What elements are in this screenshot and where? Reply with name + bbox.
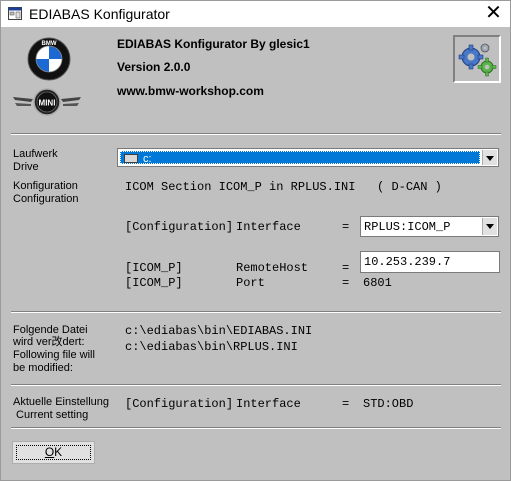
port-key: Port: [236, 276, 265, 290]
current-setting-equals: =: [342, 397, 350, 411]
version-text: Version 2.0.0: [117, 60, 191, 74]
configuration-summary: ICOM Section ICOM_P in RPLUS.INI ( D-CAN…: [125, 180, 442, 194]
separator-bottom: [11, 384, 501, 386]
configuration-label-en: Configuration: [13, 193, 79, 205]
drive-label-de: Laufwerk: [13, 148, 58, 160]
separator-middle: [11, 311, 501, 313]
drive-value: c:: [143, 153, 152, 165]
app-icon: [8, 7, 22, 20]
interface-select[interactable]: RPLUS:ICOM_P: [360, 216, 499, 237]
settings-tile[interactable]: [453, 35, 501, 83]
remotehost-section: [ICOM_P]: [125, 261, 183, 275]
bmw-logo: BMW: [27, 37, 71, 81]
drive-select-highlight: c:: [120, 151, 480, 165]
current-setting-label-en: Current setting: [13, 409, 89, 421]
interface-section: [Configuration]: [125, 220, 234, 234]
current-setting-value: STD:OBD: [363, 397, 414, 411]
drive-icon: [124, 154, 138, 163]
port-equals: =: [342, 276, 350, 290]
configuration-label-de: Konfiguration: [13, 180, 78, 192]
modified-label-line1: Folgende Datei: [13, 324, 88, 336]
drive-label-en: Drive: [13, 161, 39, 173]
modified-label-line4: be modified:: [13, 362, 73, 374]
interface-equals: =: [342, 220, 350, 234]
remotehost-input[interactable]: 10.253.239.7: [360, 251, 500, 273]
app-name-heading: EDIABAS Konfigurator By glesic1: [117, 37, 310, 51]
svg-text:MINI: MINI: [39, 99, 56, 108]
interface-select-value: RPLUS:ICOM_P: [364, 220, 451, 234]
current-setting-label-de: Aktuelle Einstellung: [13, 396, 110, 408]
ediabas-konfigurator-window: EDIABAS Konfigurator ✕ BMW MINI EDIABAS …: [0, 0, 511, 481]
close-button[interactable]: ✕: [477, 1, 510, 27]
title-bar[interactable]: EDIABAS Konfigurator ✕: [1, 1, 510, 27]
window-title: EDIABAS Konfigurator: [29, 6, 170, 22]
port-section: [ICOM_P]: [125, 276, 183, 290]
current-setting-section: [Configuration]: [125, 397, 234, 411]
modified-file: c:\ediabas\bin\EDIABAS.INI: [125, 324, 313, 338]
current-setting-key: Interface: [236, 397, 301, 411]
remotehost-equals: =: [342, 261, 350, 275]
chevron-down-icon[interactable]: [482, 218, 497, 235]
ok-button[interactable]: OK: [12, 441, 95, 464]
drive-select[interactable]: c:: [117, 148, 499, 167]
dialog-client-area: BMW MINI EDIABAS Konfigurator By glesic1…: [1, 27, 510, 480]
modified-file: c:\ediabas\bin\RPLUS.INI: [125, 340, 298, 354]
close-icon: ✕: [485, 2, 502, 24]
modified-label-line3: Following file will: [13, 349, 95, 361]
mini-logo: MINI: [13, 88, 81, 116]
gears-icon: [458, 43, 497, 77]
chevron-down-icon[interactable]: [482, 150, 497, 165]
separator-top: [11, 133, 501, 135]
modified-label-line2: wird ver改dert:: [13, 336, 85, 348]
port-value: 6801: [363, 276, 392, 290]
svg-text:BMW: BMW: [42, 41, 57, 47]
interface-key: Interface: [236, 220, 301, 234]
separator-footer: [11, 427, 501, 429]
website-text: www.bmw-workshop.com: [117, 84, 264, 98]
remotehost-key: RemoteHost: [236, 261, 309, 275]
ok-button-focus-rect: [16, 445, 91, 460]
